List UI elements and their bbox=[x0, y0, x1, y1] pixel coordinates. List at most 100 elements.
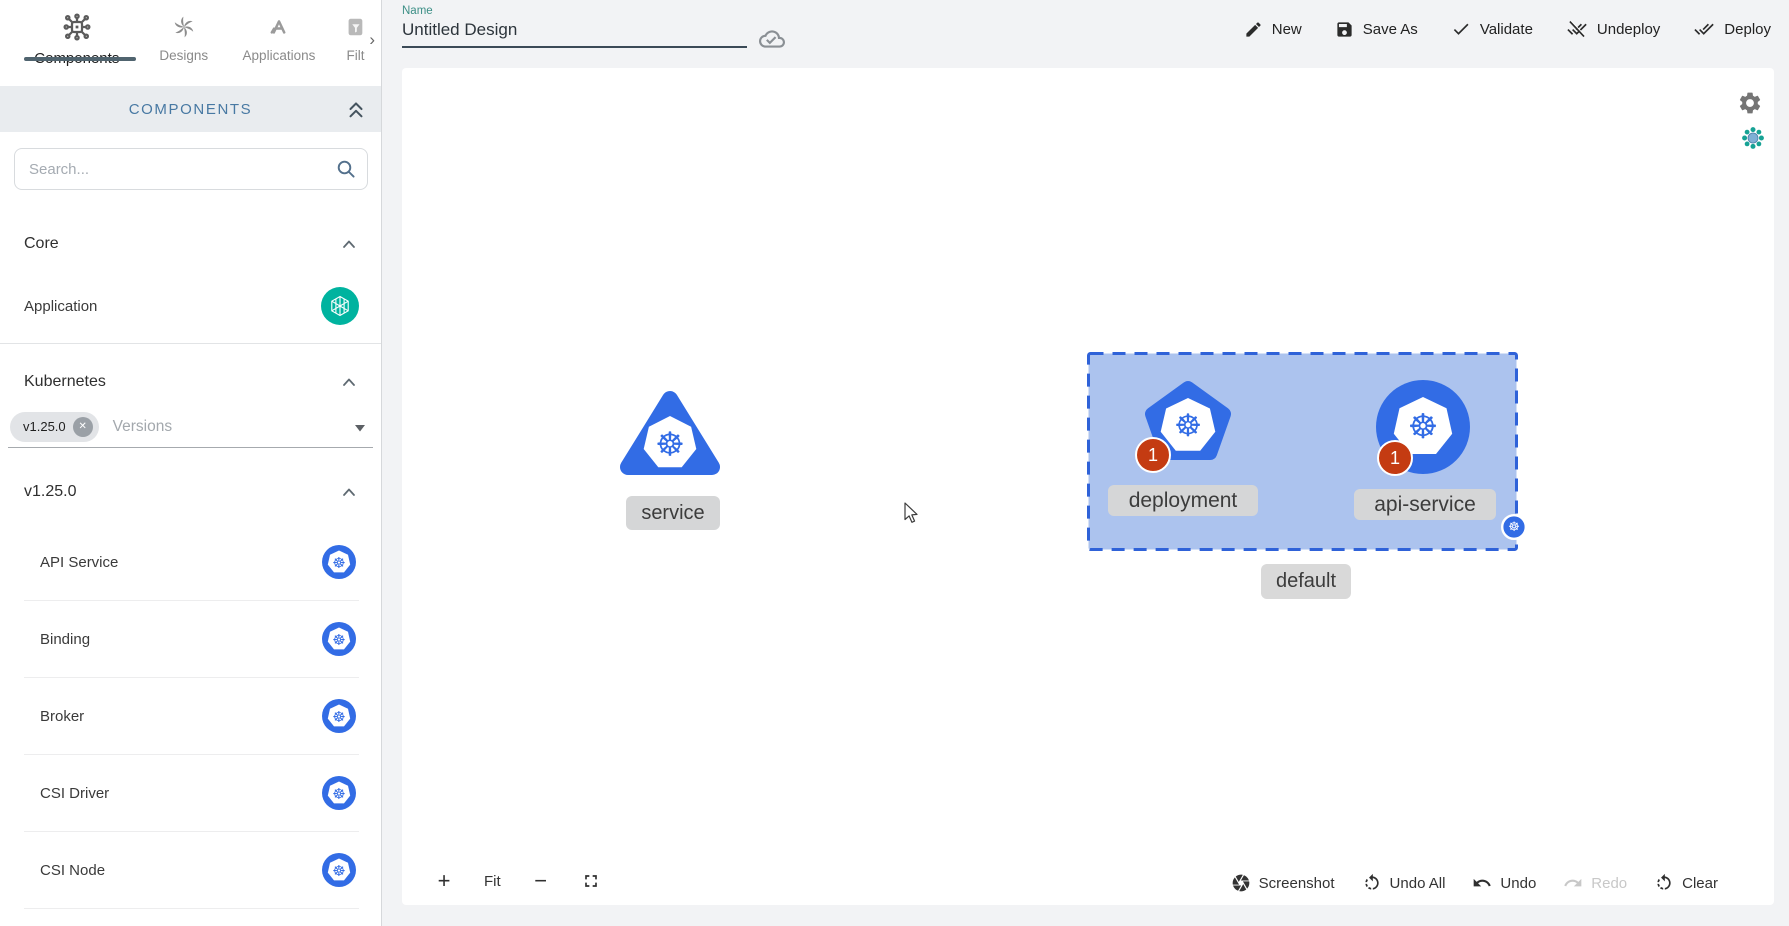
double-check-icon bbox=[1693, 19, 1715, 39]
gear-icon[interactable] bbox=[1737, 90, 1763, 116]
button-label: Undeploy bbox=[1597, 21, 1660, 38]
zoom-controls: + Fit − bbox=[433, 868, 601, 894]
save-as-button[interactable]: Save As bbox=[1335, 20, 1418, 39]
chevron-up-icon[interactable] bbox=[339, 234, 359, 254]
button-label: New bbox=[1272, 21, 1302, 38]
application-mesh-icon bbox=[321, 287, 359, 325]
filters-icon bbox=[344, 10, 366, 44]
deploy-button[interactable]: Deploy bbox=[1693, 19, 1771, 39]
button-label: Deploy bbox=[1724, 21, 1771, 38]
cluster-icon[interactable] bbox=[1741, 126, 1765, 150]
svg-text:☸: ☸ bbox=[332, 785, 345, 803]
search-input[interactable] bbox=[14, 148, 368, 190]
caret-down-icon[interactable] bbox=[353, 423, 367, 433]
component-list-item[interactable]: CSI Node ☸ bbox=[24, 832, 359, 909]
undo-button[interactable]: Undo bbox=[1472, 873, 1536, 893]
versions-select[interactable]: v1.25.0 ✕ Versions bbox=[8, 406, 373, 448]
search-container bbox=[14, 148, 367, 190]
undo-arrow-icon bbox=[1472, 873, 1492, 893]
node-badge-api-service: 1 bbox=[1377, 440, 1413, 476]
svg-text:☸: ☸ bbox=[332, 862, 345, 880]
tab-label: Applications bbox=[243, 48, 316, 63]
svg-text:☸: ☸ bbox=[1408, 407, 1438, 447]
minus-icon[interactable]: − bbox=[530, 868, 552, 894]
tab-components[interactable]: Components bbox=[14, 0, 140, 67]
section-kubernetes-header[interactable]: Kubernetes bbox=[24, 372, 359, 392]
component-list-item[interactable]: API Service ☸ bbox=[24, 524, 359, 601]
svg-text:☸: ☸ bbox=[332, 554, 345, 572]
name-field-label: Name bbox=[402, 5, 802, 17]
section-title: Core bbox=[24, 235, 59, 253]
undo-all-button[interactable]: Undo All bbox=[1362, 873, 1446, 893]
plus-icon[interactable]: + bbox=[433, 868, 455, 894]
svg-text:☸: ☸ bbox=[332, 631, 345, 649]
screenshot-button[interactable]: Screenshot bbox=[1231, 873, 1335, 893]
double-check-crossed-icon bbox=[1566, 19, 1588, 39]
search-icon[interactable] bbox=[335, 158, 357, 180]
cloud-done-icon bbox=[759, 26, 785, 52]
tab-designs[interactable]: Designs bbox=[140, 0, 228, 63]
topbar: Name New bbox=[382, 0, 1789, 68]
kubernetes-icon: ☸ bbox=[321, 852, 357, 888]
divider bbox=[0, 343, 381, 344]
section-core-header[interactable]: Core bbox=[24, 234, 359, 254]
svg-text:☸: ☸ bbox=[332, 708, 345, 726]
svg-text:☸: ☸ bbox=[1508, 520, 1520, 535]
kubernetes-icon: ☸ bbox=[321, 775, 357, 811]
meshmap-designer-app: Components De bbox=[0, 0, 1789, 926]
fullscreen-icon[interactable] bbox=[581, 871, 601, 891]
fit-button[interactable]: Fit bbox=[484, 873, 501, 890]
tab-applications[interactable]: Applications bbox=[228, 0, 330, 63]
kubernetes-icon: ☸ bbox=[321, 544, 357, 580]
tab-label: Filt bbox=[346, 48, 364, 63]
aperture-icon bbox=[1231, 873, 1251, 893]
component-list-item[interactable]: Binding ☸ bbox=[24, 601, 359, 678]
section-version-header[interactable]: v1.25.0 bbox=[24, 482, 359, 502]
save-icon bbox=[1335, 20, 1354, 39]
button-label: Undo All bbox=[1390, 875, 1446, 892]
design-canvas[interactable]: ☸ service ☸ 1 deployment bbox=[402, 68, 1774, 905]
component-item-application[interactable]: Application bbox=[24, 278, 359, 334]
tab-label: Designs bbox=[159, 48, 208, 63]
topbar-actions: New Save As Validate bbox=[1244, 0, 1771, 58]
chevron-up-icon[interactable] bbox=[339, 482, 359, 502]
group-kubernetes-badge[interactable]: ☸ bbox=[1500, 513, 1528, 541]
svg-text:☸: ☸ bbox=[1174, 408, 1202, 444]
redo-button[interactable]: Redo bbox=[1563, 873, 1627, 893]
redo-arrow-icon bbox=[1563, 873, 1583, 893]
component-label: API Service bbox=[40, 554, 118, 571]
validate-button[interactable]: Validate bbox=[1451, 19, 1533, 39]
button-label: Redo bbox=[1591, 875, 1627, 892]
close-x-icon[interactable]: ✕ bbox=[73, 417, 93, 437]
kubernetes-icon: ☸ bbox=[321, 698, 357, 734]
component-list-item[interactable]: Broker ☸ bbox=[24, 678, 359, 755]
node-badge-deployment: 1 bbox=[1135, 437, 1171, 473]
new-button[interactable]: New bbox=[1244, 20, 1302, 39]
active-tab-underline bbox=[24, 57, 136, 61]
button-label: Save As bbox=[1363, 21, 1418, 38]
rotate-left-icon bbox=[1654, 873, 1674, 893]
chevron-up-icon[interactable] bbox=[339, 372, 359, 392]
group-label-default[interactable]: default bbox=[1261, 564, 1351, 599]
node-service[interactable]: ☸ bbox=[618, 383, 722, 483]
button-label: Clear bbox=[1682, 875, 1718, 892]
mouse-cursor bbox=[901, 501, 923, 525]
group-default[interactable]: ☸ 1 deployment ☸ 1 api-service bbox=[1087, 352, 1518, 551]
clear-button[interactable]: Clear bbox=[1654, 873, 1718, 893]
panel-title: COMPONENTS bbox=[129, 101, 253, 118]
button-label: Undo bbox=[1500, 875, 1536, 892]
tab-overflow-arrow[interactable]: › bbox=[369, 30, 375, 50]
node-label-service[interactable]: service bbox=[626, 496, 720, 530]
node-label-api-service[interactable]: api-service bbox=[1354, 489, 1496, 520]
section-title: Kubernetes bbox=[24, 373, 106, 391]
rotate-left-icon bbox=[1362, 873, 1382, 893]
sidebar-tabbar: Components De bbox=[0, 0, 381, 86]
component-list-item[interactable]: CSI Driver ☸ bbox=[24, 755, 359, 832]
undeploy-button[interactable]: Undeploy bbox=[1566, 19, 1660, 39]
version-chip[interactable]: v1.25.0 ✕ bbox=[10, 412, 99, 442]
component-list: API Service ☸ Binding bbox=[0, 524, 381, 909]
node-label-deployment[interactable]: deployment bbox=[1108, 485, 1258, 516]
component-label: CSI Node bbox=[40, 862, 105, 879]
design-name-input[interactable] bbox=[402, 17, 747, 48]
double-chevron-up-icon[interactable] bbox=[345, 97, 367, 121]
